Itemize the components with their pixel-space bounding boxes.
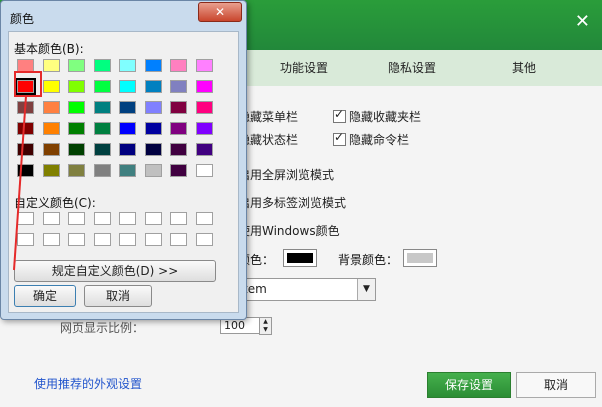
basic-color-swatch[interactable] bbox=[42, 80, 60, 93]
basic-color-swatch[interactable] bbox=[68, 101, 85, 114]
bg-color-swatch[interactable] bbox=[403, 249, 437, 267]
basic-color-swatch[interactable] bbox=[42, 59, 60, 72]
text-color-fill bbox=[287, 253, 313, 263]
custom-color-swatch[interactable] bbox=[93, 212, 111, 225]
basic-color-swatch[interactable] bbox=[195, 59, 213, 72]
custom-colors-label: 自定义颜色(C): bbox=[14, 196, 96, 210]
basic-color-swatch[interactable] bbox=[68, 80, 85, 93]
basic-color-swatch[interactable] bbox=[170, 80, 187, 93]
basic-color-swatch[interactable] bbox=[93, 59, 111, 72]
basic-color-swatch[interactable] bbox=[119, 122, 136, 135]
option-label: 隐藏菜单栏 bbox=[238, 110, 299, 124]
tab-function-settings[interactable]: 功能设置 bbox=[280, 59, 328, 76]
basic-color-swatch[interactable] bbox=[170, 164, 187, 177]
text-color-swatch[interactable] bbox=[283, 249, 317, 267]
basic-color-swatch[interactable] bbox=[144, 59, 162, 72]
basic-color-swatch[interactable] bbox=[170, 143, 187, 156]
custom-color-swatch[interactable] bbox=[144, 233, 162, 246]
basic-color-swatch[interactable] bbox=[42, 164, 60, 177]
picker-body: 基本颜色(B): 自定义颜色(C): 规定自定义颜色(D) >> 确定 取消 bbox=[8, 31, 239, 313]
option-label: 使用Windows颜色 bbox=[238, 224, 340, 238]
custom-color-swatch[interactable] bbox=[170, 233, 187, 246]
basic-color-swatch[interactable] bbox=[144, 122, 162, 135]
basic-color-swatch[interactable] bbox=[42, 143, 60, 156]
custom-color-swatch[interactable] bbox=[17, 233, 34, 246]
custom-color-swatch[interactable] bbox=[93, 233, 111, 246]
basic-color-swatch[interactable] bbox=[42, 101, 60, 114]
custom-color-swatch[interactable] bbox=[119, 233, 136, 246]
option-label: 启用全屏浏览模式 bbox=[238, 168, 335, 182]
basic-color-swatch[interactable] bbox=[68, 164, 85, 177]
option-label: 隐藏收藏夹栏 bbox=[349, 110, 422, 124]
ok-button[interactable]: 确定 bbox=[14, 285, 76, 307]
basic-color-swatch[interactable] bbox=[195, 101, 213, 114]
basic-color-swatch[interactable] bbox=[119, 164, 136, 177]
basic-color-swatch[interactable] bbox=[170, 59, 187, 72]
picker-cancel-button[interactable]: 取消 bbox=[84, 285, 152, 307]
basic-color-swatch[interactable] bbox=[17, 164, 34, 177]
basic-color-swatch[interactable] bbox=[144, 164, 162, 177]
basic-color-swatch[interactable] bbox=[170, 122, 187, 135]
basic-color-swatch[interactable] bbox=[195, 80, 213, 93]
custom-color-swatch[interactable] bbox=[42, 233, 60, 246]
bg-color-label: 背景颜色： bbox=[338, 253, 399, 267]
basic-color-swatch[interactable] bbox=[42, 122, 60, 135]
custom-color-swatch[interactable] bbox=[68, 212, 85, 225]
basic-color-swatch[interactable] bbox=[93, 143, 111, 156]
recommended-appearance-link[interactable]: 使用推荐的外观设置 bbox=[34, 375, 142, 392]
custom-color-swatch[interactable] bbox=[68, 233, 85, 246]
basic-color-swatch[interactable] bbox=[119, 59, 136, 72]
dialog-title: 颜色 bbox=[10, 12, 35, 26]
basic-color-swatch[interactable] bbox=[68, 122, 85, 135]
custom-color-swatch[interactable] bbox=[17, 212, 34, 225]
option-hide-commandbar[interactable]: 隐藏命令栏 bbox=[333, 130, 410, 148]
basic-color-swatch[interactable] bbox=[195, 164, 213, 177]
zoom-label: 网页显示比例： bbox=[60, 321, 145, 335]
basic-color-swatch[interactable] bbox=[93, 122, 111, 135]
basic-color-swatch[interactable] bbox=[17, 122, 34, 135]
basic-color-swatch[interactable] bbox=[93, 164, 111, 177]
basic-color-swatch[interactable] bbox=[17, 143, 34, 156]
basic-color-swatch[interactable] bbox=[144, 101, 162, 114]
basic-color-swatch[interactable] bbox=[93, 101, 111, 114]
option-label: 隐藏命令栏 bbox=[349, 133, 410, 147]
basic-color-swatch[interactable] bbox=[195, 143, 213, 156]
tab-privacy-settings[interactable]: 隐私设置 bbox=[388, 59, 436, 76]
highlight-annotation bbox=[14, 71, 42, 97]
basic-color-swatch[interactable] bbox=[170, 101, 187, 114]
basic-color-swatch[interactable] bbox=[119, 80, 136, 93]
basic-color-swatch[interactable] bbox=[144, 80, 162, 93]
cancel-button[interactable]: 取消 bbox=[516, 372, 596, 398]
chevron-down-icon[interactable]: ▼ bbox=[357, 279, 375, 300]
basic-color-swatch[interactable] bbox=[68, 143, 85, 156]
basic-color-swatch[interactable] bbox=[93, 80, 111, 93]
define-custom-colors-button[interactable]: 规定自定义颜色(D) >> bbox=[14, 260, 216, 282]
custom-color-swatch[interactable] bbox=[119, 212, 136, 225]
bg-color-fill bbox=[407, 253, 433, 263]
settings-close-icon[interactable]: ✕ bbox=[575, 13, 590, 31]
close-icon[interactable]: ✕ bbox=[198, 2, 242, 22]
zoom-stepper[interactable]: ▲ ▼ bbox=[259, 317, 272, 335]
color-picker-dialog: 颜色 ✕ 基本颜色(B): 自定义颜色(C): 规定自定义颜色(D) >> 确定… bbox=[0, 0, 247, 320]
option-hide-favorites-bar[interactable]: 隐藏收藏夹栏 bbox=[333, 107, 422, 125]
basic-color-swatch[interactable] bbox=[195, 122, 213, 135]
basic-colors-label: 基本颜色(B): bbox=[14, 42, 84, 56]
checkbox[interactable] bbox=[333, 130, 346, 146]
basic-color-swatch[interactable] bbox=[119, 101, 136, 114]
option-label: 启用多标签浏览模式 bbox=[238, 196, 347, 210]
basic-color-swatch[interactable] bbox=[68, 59, 85, 72]
checkbox[interactable] bbox=[333, 107, 346, 123]
custom-color-swatch[interactable] bbox=[170, 212, 187, 225]
basic-color-swatch[interactable] bbox=[119, 143, 136, 156]
custom-color-swatch[interactable] bbox=[42, 212, 60, 225]
save-settings-button[interactable]: 保存设置 bbox=[427, 372, 511, 398]
custom-color-swatch[interactable] bbox=[195, 212, 213, 225]
custom-color-swatch[interactable] bbox=[195, 233, 213, 246]
custom-color-swatch[interactable] bbox=[144, 212, 162, 225]
tab-other[interactable]: 其他 bbox=[512, 59, 536, 76]
option-label: 隐藏状态栏 bbox=[238, 133, 299, 147]
basic-color-swatch[interactable] bbox=[17, 101, 34, 114]
basic-color-swatch[interactable] bbox=[144, 143, 162, 156]
font-select[interactable]: tem ▼ bbox=[238, 278, 376, 301]
